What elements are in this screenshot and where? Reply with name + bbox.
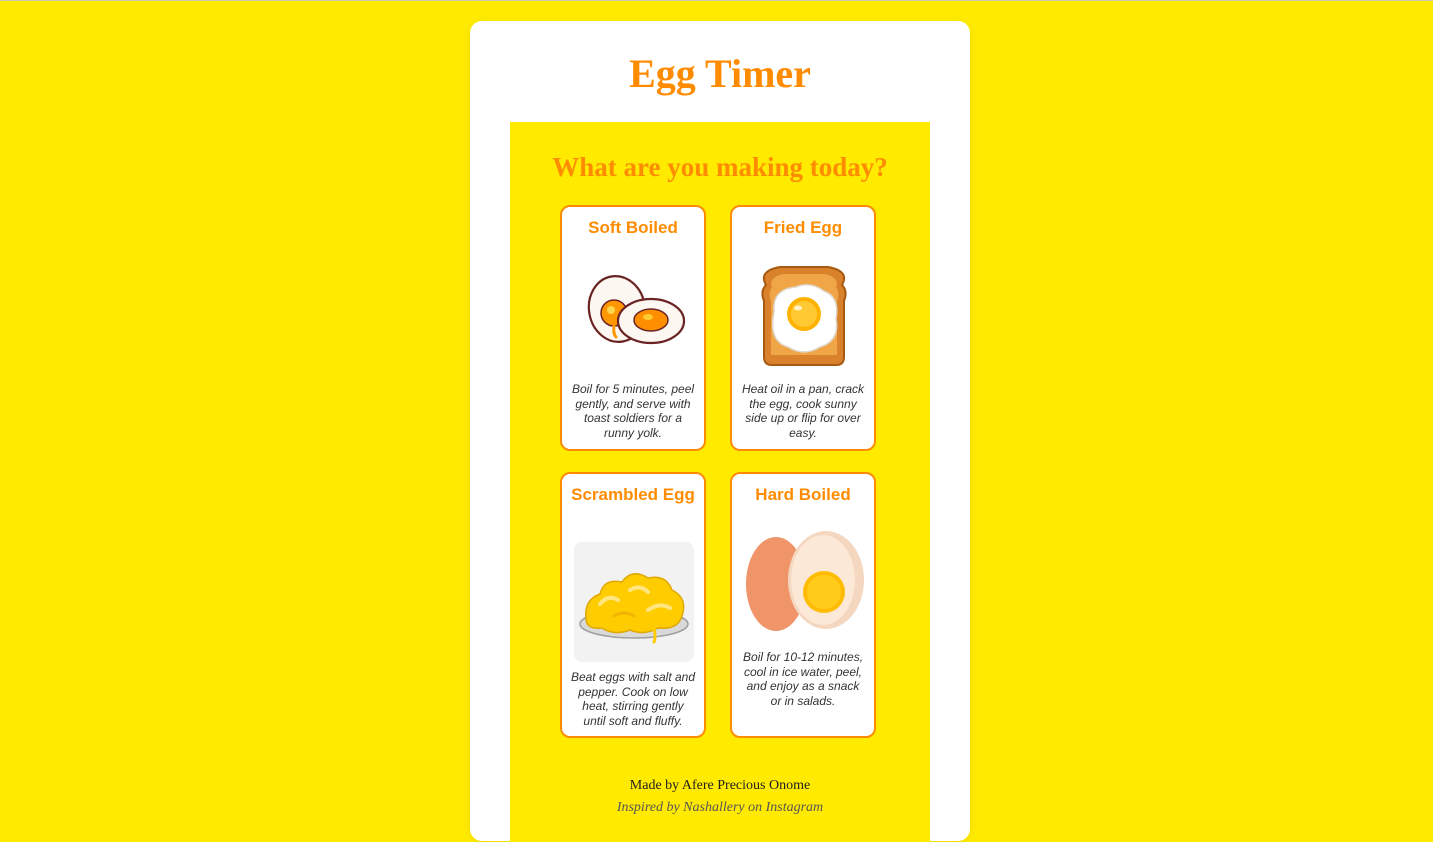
egg-option-fried[interactable]: Fried Egg Heat oil in a pan, crack the e… <box>730 205 876 451</box>
fried-egg-toast-icon <box>761 266 847 366</box>
page-title: Egg Timer <box>629 51 811 96</box>
app-card: Egg Timer What are you making today? Sof… <box>470 21 970 842</box>
egg-selection-panel: What are you making today? Soft Boiled B… <box>510 122 930 842</box>
egg-option-description: Boil for 5 minutes, peel gently, and ser… <box>571 382 695 440</box>
scrambled-egg-icon <box>574 542 694 662</box>
credit-author: Made by Afere Precious Onome <box>629 778 811 793</box>
egg-option-description: Heat oil in a pan, crack the egg, cook s… <box>741 382 865 440</box>
egg-option-hard-boiled[interactable]: Hard Boiled Boil for 10-12 minutes, cool… <box>730 472 876 738</box>
egg-option-scrambled[interactable]: Scrambled Egg Beat eggs with salt and pe… <box>560 472 706 738</box>
credit-inspiration: Inspired by Nashallery on Instagram <box>616 800 824 815</box>
soft-boiled-egg-icon <box>587 275 686 345</box>
egg-option-title: Scrambled Egg <box>571 485 695 504</box>
window-top-border <box>0 0 1433 1</box>
egg-option-description: Beat eggs with salt and pepper. Cook on … <box>570 670 696 728</box>
egg-option-title: Hard Boiled <box>755 485 851 504</box>
egg-option-soft-boiled[interactable]: Soft Boiled Boil for 5 minutes, peel gen… <box>560 205 706 451</box>
hard-boiled-egg-icon <box>746 531 864 631</box>
egg-option-title: Soft Boiled <box>588 218 678 237</box>
egg-option-description: Boil for 10-12 minutes, cool in ice wate… <box>742 650 864 708</box>
egg-option-title: Fried Egg <box>763 218 843 237</box>
selection-heading: What are you making today? <box>552 152 888 182</box>
